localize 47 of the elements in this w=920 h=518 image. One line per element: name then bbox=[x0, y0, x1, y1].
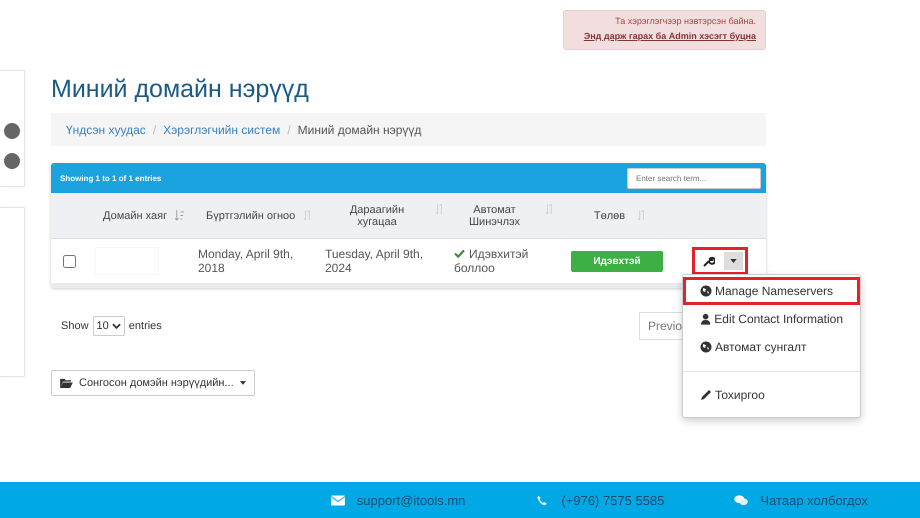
column-header[interactable]: Дараагийн хугацаа bbox=[331, 204, 423, 228]
table-cell-text: Monday, April 9th, 2018 bbox=[198, 247, 294, 275]
column-header[interactable]: Домайн хаяг bbox=[103, 210, 168, 222]
breadcrumb-current: Миний домайн нэрүүд bbox=[298, 122, 422, 136]
pencil-icon bbox=[700, 389, 712, 401]
toggle-knob bbox=[4, 153, 20, 169]
bulk-actions-button[interactable]: Сонгосон домэйн нэрүүдийн... bbox=[51, 370, 255, 396]
sort-icon[interactable] bbox=[637, 210, 646, 220]
caret-icon bbox=[730, 259, 737, 263]
status-badge: Идэвхтэй bbox=[571, 250, 663, 272]
check-icon bbox=[454, 249, 465, 258]
column-header[interactable]: Төлөв bbox=[594, 210, 626, 222]
phone-icon bbox=[535, 494, 550, 506]
sort-icon[interactable] bbox=[303, 210, 312, 220]
globe-icon bbox=[700, 285, 712, 297]
entries-info: Showing 1 to 1 of 1 entries bbox=[60, 174, 162, 182]
breadcrumb-link[interactable]: Хэрэглэгчийн систем bbox=[163, 122, 280, 136]
sort-icon[interactable] bbox=[435, 204, 444, 214]
entries-label: entries bbox=[128, 320, 162, 332]
breadcrumb-separator: / bbox=[287, 122, 291, 136]
folder-icon bbox=[60, 378, 73, 388]
breadcrumb-link[interactable]: Үндсэн хуудас bbox=[66, 122, 146, 136]
breadcrumb-separator: / bbox=[152, 122, 156, 136]
sort-icon[interactable] bbox=[545, 204, 554, 214]
menu-item[interactable]: Тохиргоо bbox=[683, 381, 860, 409]
sort-icon[interactable] bbox=[175, 210, 184, 220]
column-header[interactable]: Автомат Шинэчлэх bbox=[456, 204, 533, 228]
return-to-admin-link[interactable]: Энд дарж гарах ба Admin хэсэгт буцна bbox=[584, 31, 756, 41]
wrench-icon bbox=[703, 255, 715, 267]
row-checkbox[interactable] bbox=[63, 254, 76, 268]
page-length-select[interactable]: 10 bbox=[92, 316, 125, 336]
globe-icon bbox=[700, 341, 712, 353]
user-icon bbox=[700, 313, 712, 325]
chat-icon bbox=[734, 494, 748, 506]
chevron-icon bbox=[112, 323, 121, 329]
page-title: Миний домайн нэрүүд bbox=[51, 75, 310, 104]
mail-icon bbox=[330, 494, 345, 506]
menu-item[interactable]: Manage Nameservers bbox=[683, 277, 860, 305]
table-cell-text: Tuesday, April 9th, 2024 bbox=[325, 247, 424, 275]
show-label: Show bbox=[61, 320, 89, 332]
table-cell-text: Идэвхитэй боллоо bbox=[453, 247, 530, 275]
caret-icon bbox=[240, 381, 246, 385]
toggle-knob bbox=[4, 123, 20, 139]
dropdown-toggle[interactable] bbox=[724, 252, 743, 270]
search-field[interactable]: Enter search term... bbox=[627, 168, 761, 188]
alert-message: Та хэрэглэгчээр нэвтэрсэн байна. bbox=[615, 16, 756, 26]
column-header[interactable]: Бүртгэлийн огноо bbox=[206, 210, 296, 222]
